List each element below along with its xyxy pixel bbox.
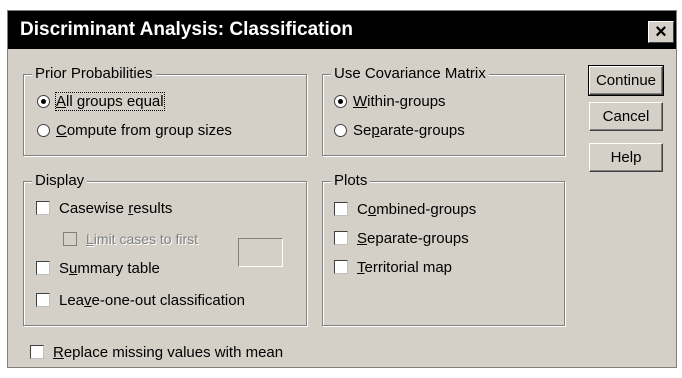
combined-groups-label: mbined-groups — [376, 201, 477, 218]
territorial-map-checkbox[interactable]: Territorial map — [334, 259, 452, 276]
limit-cases-input[interactable] — [238, 238, 283, 267]
compute-from-group-sizes-label: ompute from group sizes — [66, 122, 232, 139]
classification-dialog: Discriminant Analysis: Classification × … — [7, 10, 677, 368]
continue-button[interactable]: Continue — [588, 65, 664, 96]
limit-cases-checkbox[interactable]: Limit cases to first — [63, 231, 198, 247]
close-button[interactable]: × — [648, 21, 674, 43]
replace-missing-checkbox[interactable]: Replace missing values with mean — [30, 344, 283, 361]
help-button[interactable]: Help — [589, 143, 663, 172]
replace-missing-label: eplace missing values with mean — [63, 344, 284, 361]
radio-unselected-icon — [37, 124, 50, 137]
all-groups-equal-label: ll groups equal — [66, 93, 164, 110]
limit-cases-label: imit cases to first — [93, 231, 199, 247]
plots-legend: Plots — [331, 172, 371, 189]
covariance-matrix-legend: Use Covariance Matrix — [331, 65, 489, 82]
summary-table-label: mmary table — [77, 260, 160, 277]
separate-groups-checkbox[interactable]: Separate-groups — [334, 230, 469, 247]
close-icon: × — [655, 21, 667, 43]
radio-selected-icon — [37, 95, 50, 108]
checkbox-icon — [36, 201, 50, 215]
separate-groups-plot-label: eparate-groups — [367, 230, 469, 247]
checkbox-icon — [334, 202, 348, 216]
separate-groups-radio[interactable]: Separate-groups — [334, 122, 465, 139]
window-title: Discriminant Analysis: Classification — [20, 19, 353, 40]
leave-one-out-checkbox[interactable]: Leave-one-out classification — [36, 292, 245, 309]
radio-unselected-icon — [334, 124, 347, 137]
prior-probabilities-group: Prior Probabilities — [23, 65, 307, 156]
compute-from-group-sizes-radio[interactable]: Compute from group sizes — [37, 122, 232, 139]
checkbox-icon — [36, 293, 50, 307]
casewise-results-checkbox[interactable]: Casewise results — [36, 200, 172, 217]
within-groups-radio[interactable]: Within-groups — [334, 93, 446, 110]
cancel-button[interactable]: Cancel — [589, 102, 663, 131]
checkbox-icon — [334, 231, 348, 245]
checkbox-disabled-icon — [63, 232, 77, 246]
covariance-matrix-group: Use Covariance Matrix — [322, 65, 565, 156]
title-bar: Discriminant Analysis: Classification × — [8, 11, 676, 49]
summary-table-checkbox[interactable]: Summary table — [36, 260, 160, 277]
all-groups-equal-radio[interactable]: All groups equal — [37, 92, 165, 111]
leave-one-out-label: e-one-out classification — [91, 292, 245, 309]
casewise-results-label: esults — [133, 200, 173, 217]
combined-groups-checkbox[interactable]: Combined-groups — [334, 201, 476, 218]
radio-selected-icon — [334, 95, 347, 108]
display-legend: Display — [32, 172, 88, 189]
prior-probabilities-legend: Prior Probabilities — [32, 65, 156, 82]
territorial-map-label: erritorial map — [364, 259, 453, 276]
separate-groups-cov-label: arate-groups — [379, 122, 465, 139]
within-groups-label: ithin-groups — [367, 93, 446, 110]
checkbox-icon — [30, 345, 44, 359]
checkbox-icon — [334, 260, 348, 274]
checkbox-icon — [36, 261, 50, 275]
